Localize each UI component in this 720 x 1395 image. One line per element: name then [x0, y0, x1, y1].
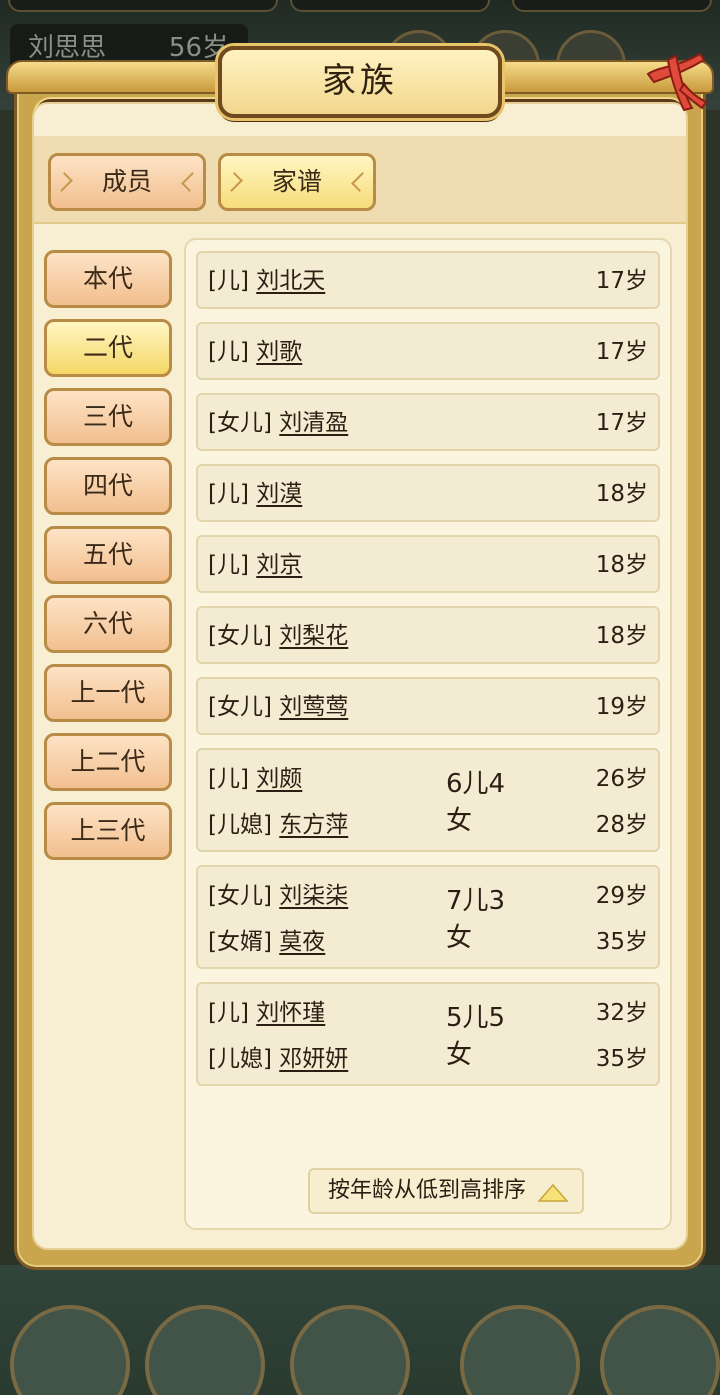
member-name[interactable]: 刘清盈: [279, 410, 348, 436]
spouse-relation: [儿媳]: [208, 1046, 272, 1072]
spouse-name[interactable]: 邓妍妍: [279, 1046, 348, 1072]
tab-members[interactable]: 成员: [48, 153, 206, 211]
background-bottom-icon: [600, 1305, 720, 1395]
member-age: 26岁: [595, 766, 648, 792]
spouse-age: 35岁: [595, 929, 648, 955]
member-age: 17岁: [595, 410, 648, 436]
member-relation: [女儿]: [208, 410, 272, 436]
member-relation: [儿]: [208, 766, 249, 792]
member-relation: [女儿]: [208, 694, 272, 720]
generation-previous-one[interactable]: 上一代: [44, 664, 172, 722]
member-age: 32岁: [595, 1000, 648, 1026]
generation-previous-two[interactable]: 上二代: [44, 733, 172, 791]
title-wing-left: [6, 60, 226, 94]
member-relation: [儿]: [208, 552, 249, 578]
member-name[interactable]: 刘颇: [256, 766, 302, 792]
member-relation: [儿]: [208, 1000, 249, 1026]
member-name[interactable]: 刘柒柒: [279, 883, 348, 909]
member-name[interactable]: 刘京: [256, 552, 302, 578]
member-row[interactable]: [儿] 刘京 18岁: [196, 535, 660, 593]
spouse-name[interactable]: 东方萍: [279, 812, 348, 838]
member-age: 18岁: [595, 552, 648, 578]
close-icon: [646, 52, 708, 112]
couple-row[interactable]: [儿] 刘怀瑾 32岁 [儿媳] 邓妍妍 35岁 5儿5女: [196, 982, 660, 1086]
close-button[interactable]: [640, 44, 708, 114]
member-age: 19岁: [595, 694, 648, 720]
member-age: 18岁: [595, 481, 648, 507]
member-name[interactable]: 刘北天: [256, 268, 325, 294]
couple-row[interactable]: [儿] 刘颇 26岁 [儿媳] 东方萍 28岁 6儿4女: [196, 748, 660, 852]
generation-fifth[interactable]: 五代: [44, 526, 172, 584]
member-name[interactable]: 刘歌: [256, 339, 302, 365]
player-name: 刘思思: [28, 33, 107, 63]
member-row[interactable]: [女儿] 刘清盈 17岁: [196, 393, 660, 451]
children-count: 7儿3女: [446, 886, 506, 953]
generation-third[interactable]: 三代: [44, 388, 172, 446]
sort-by-age-button[interactable]: 按年龄从低到高排序: [308, 1168, 584, 1214]
member-name[interactable]: 刘梨花: [279, 623, 348, 649]
member-name[interactable]: 刘怀瑾: [256, 1000, 325, 1026]
spouse-age: 35岁: [595, 1046, 648, 1072]
generation-previous-three[interactable]: 上三代: [44, 802, 172, 860]
member-relation: [儿]: [208, 481, 249, 507]
member-row[interactable]: [儿] 刘漠 18岁: [196, 464, 660, 522]
background-bottom-icon: [145, 1305, 265, 1395]
modal-title: 家族: [218, 46, 502, 118]
background-bottom-icon: [290, 1305, 410, 1395]
children-count: 6儿4女: [446, 769, 506, 836]
member-age: 29岁: [595, 883, 648, 909]
member-name[interactable]: 刘莺莺: [279, 694, 348, 720]
generation-second[interactable]: 二代: [44, 319, 172, 377]
member-row[interactable]: [儿] 刘歌 17岁: [196, 322, 660, 380]
spouse-relation: [女婿]: [208, 929, 272, 955]
spouse-relation: [儿媳]: [208, 812, 272, 838]
background-top-bar: [512, 0, 712, 12]
generation-fourth[interactable]: 四代: [44, 457, 172, 515]
tab-family-tree[interactable]: 家谱: [218, 153, 376, 211]
spouse-name[interactable]: 莫夜: [279, 929, 325, 955]
background-top-bar: [8, 0, 278, 12]
generation-sixth[interactable]: 六代: [44, 595, 172, 653]
member-row[interactable]: [女儿] 刘莺莺 19岁: [196, 677, 660, 735]
background-bottom: [0, 1265, 720, 1395]
children-count: 5儿5女: [446, 1003, 506, 1070]
triangle-up-icon: [538, 1184, 568, 1202]
background-top-bar: [290, 0, 490, 12]
background-bottom-icon: [10, 1305, 130, 1395]
spouse-age: 28岁: [595, 812, 648, 838]
member-relation: [儿]: [208, 268, 249, 294]
generation-current[interactable]: 本代: [44, 250, 172, 308]
couple-row[interactable]: [女儿] 刘柒柒 29岁 [女婿] 莫夜 35岁 7儿3女: [196, 865, 660, 969]
member-name[interactable]: 刘漠: [256, 481, 302, 507]
member-age: 17岁: [595, 268, 648, 294]
member-relation: [女儿]: [208, 623, 272, 649]
member-age: 18岁: [595, 623, 648, 649]
member-row[interactable]: [女儿] 刘梨花 18岁: [196, 606, 660, 664]
member-age: 17岁: [595, 339, 648, 365]
member-relation: [女儿]: [208, 883, 272, 909]
member-relation: [儿]: [208, 339, 249, 365]
member-row[interactable]: [儿] 刘北天 17岁: [196, 251, 660, 309]
sort-label: 按年龄从低到高排序: [328, 1178, 527, 1203]
background-bottom-icon: [460, 1305, 580, 1395]
